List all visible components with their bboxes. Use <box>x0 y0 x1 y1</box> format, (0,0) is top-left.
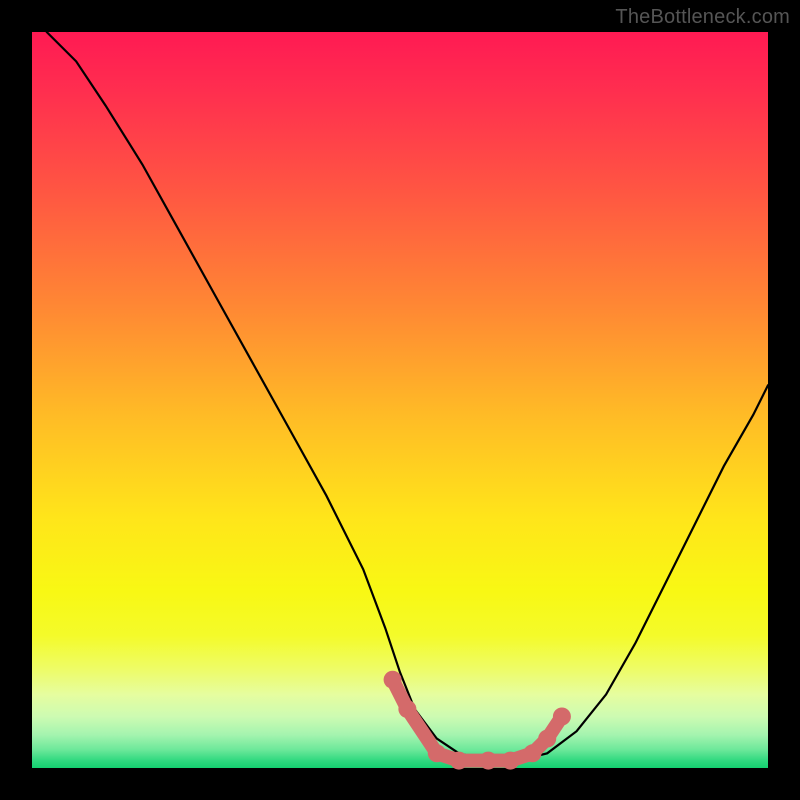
highlight-dot <box>524 744 542 762</box>
highlight-dot <box>384 671 402 689</box>
plot-area <box>32 32 768 768</box>
watermark-text: TheBottleneck.com <box>615 6 790 29</box>
highlight-dot <box>479 752 497 770</box>
highlight-dot <box>538 730 556 748</box>
highlight-dot <box>553 708 571 726</box>
bottleneck-curve <box>47 32 768 761</box>
highlight-dot <box>450 752 468 770</box>
highlight-dot <box>501 752 519 770</box>
highlight-dot <box>398 700 416 718</box>
highlight-dot <box>428 744 446 762</box>
chart-svg <box>32 32 768 768</box>
